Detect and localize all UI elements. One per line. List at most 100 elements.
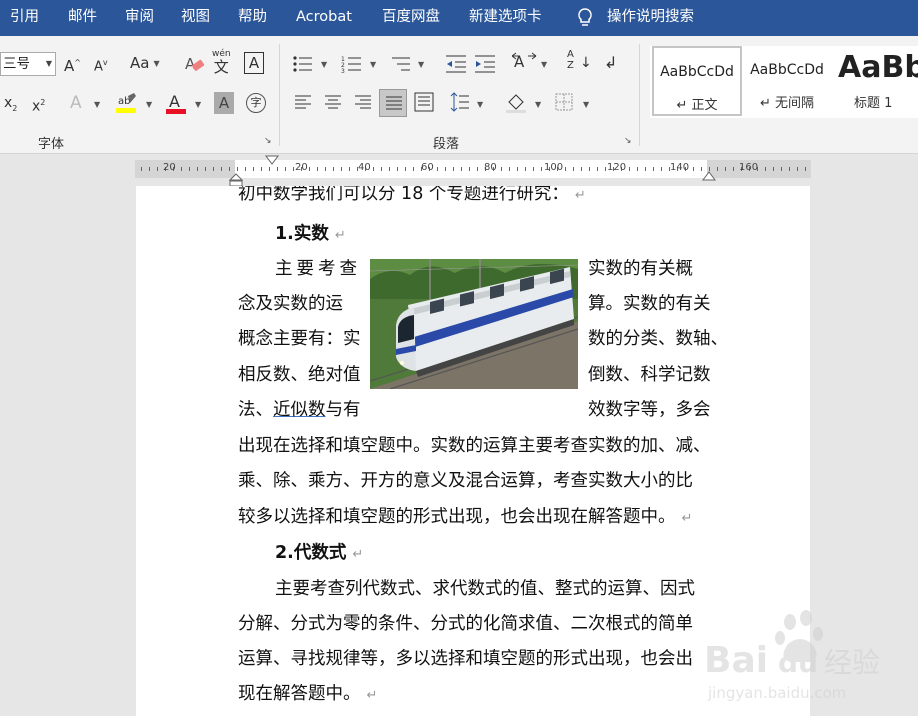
- shading-icon[interactable]: [505, 92, 527, 114]
- p1-line5-right: 效数字等，多会: [588, 400, 711, 420]
- ruler-tick: [717, 167, 718, 171]
- p1-line5-left: 法、近似数与有: [238, 396, 361, 421]
- ruler-tick: [781, 167, 782, 171]
- font-size-value: 三号: [3, 56, 30, 72]
- p1-line2-right: 算。实数的有关: [588, 294, 711, 314]
- right-indent-marker[interactable]: [702, 171, 716, 181]
- p1-line5-text-a: 法、: [238, 400, 273, 420]
- shrink-font-icon[interactable]: Av: [94, 52, 108, 78]
- p1-line1-right: 实数的有关概: [588, 259, 693, 279]
- ruler-tick: [277, 167, 278, 171]
- train-photo[interactable]: [370, 259, 578, 389]
- approx-number-text[interactable]: 近似数: [273, 400, 326, 420]
- ruler-tick: [725, 167, 726, 171]
- ribbon: 三号 ▼ A^ Av Aa ▼ A wén 文 A x2 x2 A ▼ ab ▼ A…: [0, 36, 918, 154]
- chevron-down-icon: ▼: [45, 59, 52, 68]
- borders-icon[interactable]: [555, 93, 573, 111]
- menu-mailings[interactable]: 邮件: [68, 0, 97, 36]
- align-left-icon[interactable]: [294, 94, 312, 110]
- menu-help[interactable]: 帮助: [238, 0, 267, 36]
- font-color-icon[interactable]: A: [166, 92, 188, 116]
- style-no-spacing[interactable]: AaBbCcDd ↵ 无间隔: [744, 46, 830, 116]
- styles-gallery: AaBbCcDd ↵ 正文 AaBbCcDd ↵ 无间隔 AaBb 标题 1: [650, 46, 918, 118]
- menu-baidu-netdisk[interactable]: 百度网盘: [382, 0, 440, 36]
- menu-review[interactable]: 审阅: [125, 0, 154, 36]
- tell-me-search[interactable]: 操作说明搜索: [607, 0, 694, 36]
- superscript-icon[interactable]: x2: [32, 92, 45, 118]
- paragraph-mark: ↵: [366, 688, 378, 703]
- character-shading-icon[interactable]: A: [214, 92, 234, 114]
- ruler-tick: [213, 167, 214, 171]
- ruler-tick: [285, 167, 286, 171]
- ruler-number: 100: [544, 162, 564, 173]
- chevron-down-icon: ▼: [541, 60, 548, 69]
- ruler-tick: [773, 167, 774, 171]
- heading-2: 2.代数式 ↵: [275, 539, 363, 564]
- justify-icon: [386, 96, 402, 110]
- text-effects-icon[interactable]: A: [70, 92, 82, 114]
- p1-line2-left: 念及实数的运: [238, 294, 343, 314]
- style-heading-1[interactable]: AaBb 标题 1: [832, 46, 918, 116]
- first-line-indent-marker[interactable]: [265, 155, 279, 165]
- enclose-characters-button[interactable]: 字: [246, 93, 266, 113]
- p1-line6: 出现在选择和填空题中。实数的运算主要考查实数的加、减、: [238, 436, 711, 456]
- ruler-tick: [805, 167, 806, 171]
- increase-indent-icon[interactable]: [474, 54, 496, 74]
- chevron-down-icon: ▼: [583, 100, 590, 109]
- group-separator: [279, 44, 280, 146]
- ruler-tick: [797, 167, 798, 171]
- ruler-tick: [477, 167, 478, 171]
- ruler-number: 20: [163, 162, 176, 173]
- ruler-tick: [157, 167, 158, 171]
- p1-line4-left: 相反数、绝对值: [238, 365, 361, 385]
- ruler-tick: [637, 167, 638, 171]
- chevron-down-icon: ▼: [370, 60, 377, 69]
- sort-icon[interactable]: AZ: [567, 49, 574, 71]
- menu-acrobat[interactable]: Acrobat: [296, 0, 352, 36]
- line-spacing-icon[interactable]: [450, 92, 470, 112]
- align-right-icon[interactable]: [354, 94, 372, 110]
- justify-button[interactable]: [379, 89, 407, 117]
- distributed-icon[interactable]: [414, 92, 434, 112]
- character-border-button[interactable]: A: [244, 52, 264, 74]
- style-normal[interactable]: AaBbCcDd ↵ 正文: [652, 46, 742, 116]
- heading-1: 1.实数 ↵: [275, 220, 346, 245]
- align-center-icon[interactable]: [324, 94, 342, 110]
- clear-formatting-icon[interactable]: A: [184, 54, 206, 74]
- ruler-tick: [525, 167, 526, 171]
- ruler-tick: [181, 167, 182, 171]
- chevron-down-icon: ▼: [477, 100, 484, 109]
- numbering-icon[interactable]: 123: [341, 54, 363, 74]
- change-case-button[interactable]: Aa ▼: [130, 52, 160, 77]
- menu-references[interactable]: 引用: [10, 0, 39, 36]
- chinese-layout-icon[interactable]: A: [512, 52, 538, 74]
- ruler-tick: [269, 167, 270, 171]
- ruler-tick: [341, 167, 342, 171]
- highlight-color-icon[interactable]: ab: [116, 92, 140, 116]
- p2-line3: 运算、寻找规律等，多以选择和填空题的形式出现，也会出: [238, 649, 693, 669]
- watermark-url: jingyan.baidu.com: [707, 684, 846, 702]
- menu-bar: 引用 邮件 审阅 视图 帮助 Acrobat 百度网盘 新建选项卡 操作说明搜索: [0, 0, 918, 36]
- ruler-number: 60: [421, 162, 434, 173]
- phonetic-guide-button[interactable]: wén 文: [212, 49, 231, 75]
- left-indent-marker[interactable]: [229, 173, 243, 187]
- style-name: ↵ 无间隔: [759, 96, 815, 111]
- p1-line4-right: 倒数、科学记数: [588, 365, 711, 385]
- paragraph-dialog-launcher-icon[interactable]: ↘: [624, 136, 634, 146]
- subscript-icon[interactable]: x2: [4, 92, 17, 120]
- menu-new-tab[interactable]: 新建选项卡: [469, 0, 542, 36]
- chevron-down-icon: ▼: [195, 100, 202, 109]
- multilevel-list-icon[interactable]: [390, 54, 412, 74]
- decrease-indent-icon[interactable]: [445, 54, 467, 74]
- show-hide-marks-icon[interactable]: ↲: [604, 52, 617, 74]
- ruler-tick: [237, 167, 238, 171]
- font-dialog-launcher-icon[interactable]: ↘: [264, 136, 274, 146]
- ruler-tick: [413, 167, 414, 171]
- grow-font-icon[interactable]: A^: [64, 52, 81, 77]
- font-size-select[interactable]: 三号 ▼: [0, 52, 56, 76]
- bullets-icon[interactable]: [292, 54, 314, 74]
- menu-view[interactable]: 视图: [181, 0, 210, 36]
- ruler-tick: [645, 167, 646, 171]
- watermark-brand: Bai: [704, 640, 768, 681]
- p1-line8: 较多以选择和填空题的形式出现，也会出现在解答题中。 ↵: [238, 503, 692, 528]
